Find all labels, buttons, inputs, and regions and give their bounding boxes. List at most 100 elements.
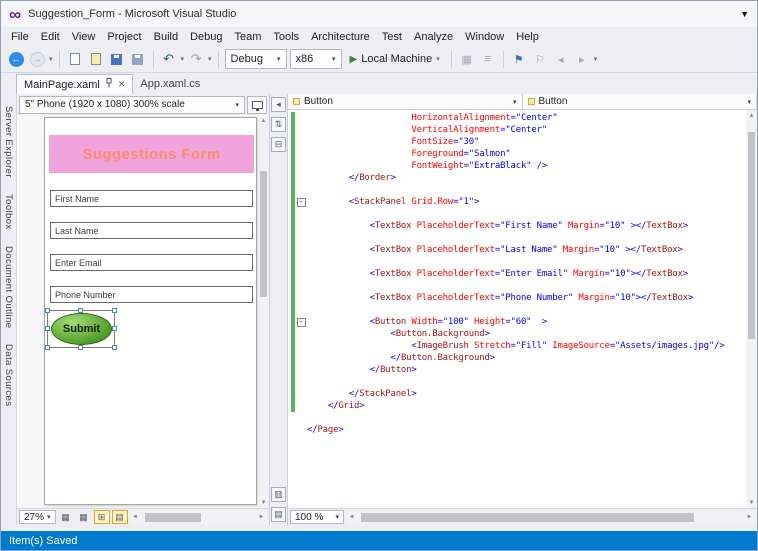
code-line[interactable] xyxy=(288,256,746,268)
menu-team[interactable]: Team xyxy=(229,30,268,44)
menu-project[interactable]: Project xyxy=(101,30,147,44)
save-all-button[interactable] xyxy=(129,49,147,69)
designer-textbox-last-name[interactable]: Last Name xyxy=(50,222,253,239)
scroll-up-icon[interactable]: ▲ xyxy=(746,110,757,121)
resize-handle[interactable] xyxy=(112,345,117,350)
menu-architecture[interactable]: Architecture xyxy=(305,30,376,44)
code-line[interactable]: − <StackPanel Grid.Row="1"> xyxy=(288,196,746,208)
fold-toggle-icon[interactable]: − xyxy=(297,318,306,327)
tab-mainpage-xaml[interactable]: MainPage.xaml✕ xyxy=(16,74,133,94)
code-line[interactable]: <TextBox PlaceholderText="Last Name" Mar… xyxy=(288,244,746,256)
menu-window[interactable]: Window xyxy=(459,30,510,44)
scroll-right-icon[interactable]: ► xyxy=(256,514,267,520)
menu-analyze[interactable]: Analyze xyxy=(408,30,459,44)
resize-handle[interactable] xyxy=(45,345,50,350)
solution-platform-combo[interactable]: x86▾ xyxy=(290,49,342,69)
grid-icon[interactable]: ▦ xyxy=(458,49,476,69)
collapse-pane-button[interactable]: ◂ xyxy=(271,97,286,112)
resize-handle[interactable] xyxy=(45,308,50,313)
scroll-left-icon[interactable]: ◄ xyxy=(130,514,141,520)
scroll-thumb[interactable] xyxy=(145,513,200,522)
code-line[interactable] xyxy=(288,184,746,196)
redo-caret-icon[interactable]: ▾ xyxy=(208,55,212,63)
code-line[interactable] xyxy=(288,208,746,220)
navigate-back-button[interactable]: ← xyxy=(7,49,25,69)
snap-to-grid-button[interactable]: ⊞ xyxy=(94,510,110,524)
scroll-track[interactable] xyxy=(357,511,744,524)
code-line[interactable]: FontSize="30" xyxy=(288,136,746,148)
scroll-down-icon[interactable]: ▼ xyxy=(258,497,269,508)
design-surface[interactable]: Suggestions Form First NameLast NameEnte… xyxy=(17,115,258,508)
editor-hscrollbar[interactable]: ◄ ► xyxy=(346,511,755,524)
code-line[interactable]: FontWeight="ExtraBlack" /> xyxy=(288,160,746,172)
bookmark-next-icon[interactable]: ▸ xyxy=(573,49,591,69)
editor-zoom-combo[interactable]: 100 %▾ xyxy=(290,510,344,524)
pane-splitter[interactable]: ◂ ⇅ ⊟ ▥ ▤ xyxy=(269,94,288,525)
phone-canvas[interactable]: Suggestions Form First NameLast NameEnte… xyxy=(44,117,257,505)
sidebar-tab-toolbox[interactable]: Toolbox xyxy=(3,194,14,230)
form-header[interactable]: Suggestions Form xyxy=(49,135,254,173)
menu-help[interactable]: Help xyxy=(510,30,545,44)
sidebar-tab-server-explorer[interactable]: Server Explorer xyxy=(3,106,14,178)
toolbar-options-caret-icon[interactable]: ▾ xyxy=(594,55,598,63)
code-line[interactable] xyxy=(288,412,746,424)
editor-vscrollbar[interactable]: ▲ ▼ xyxy=(746,110,757,508)
list-icon[interactable]: ≡ xyxy=(479,49,497,69)
code-line[interactable]: <TextBox PlaceholderText="Enter Email" M… xyxy=(288,268,746,280)
tab-app-xaml-cs[interactable]: App.xaml.cs xyxy=(133,74,207,94)
window-menu-caret-icon[interactable]: ▼ xyxy=(740,9,749,19)
bookmark-outline-icon[interactable]: ⚐ xyxy=(531,49,549,69)
undo-caret-icon[interactable]: ▾ xyxy=(181,55,185,63)
effects-toggle-button[interactable]: ▦ xyxy=(58,510,74,524)
designer-hscrollbar[interactable]: ◄ ► xyxy=(130,511,267,524)
code-line[interactable]: </Page> xyxy=(288,424,746,436)
scroll-thumb[interactable] xyxy=(260,171,267,297)
breadcrumb-element-left[interactable]: Button ▾ xyxy=(288,94,523,109)
new-file-button[interactable] xyxy=(66,49,84,69)
code-line[interactable]: <Button.Background> xyxy=(288,328,746,340)
display-settings-button[interactable] xyxy=(247,96,267,114)
code-line[interactable]: − <Button Width="100" Height="60" > xyxy=(288,316,746,328)
scroll-track[interactable] xyxy=(258,126,269,497)
horizontal-split-button[interactable]: ▤ xyxy=(271,507,286,522)
menu-debug[interactable]: Debug xyxy=(184,30,228,44)
code-line[interactable]: <TextBox PlaceholderText="Phone Number" … xyxy=(288,292,746,304)
solution-configuration-combo[interactable]: Debug▾ xyxy=(225,49,287,69)
code-line[interactable]: HorizontalAlignment="Center" xyxy=(288,112,746,124)
code-line[interactable] xyxy=(288,304,746,316)
scroll-thumb[interactable] xyxy=(361,513,694,522)
code-line[interactable]: </Button> xyxy=(288,364,746,376)
scroll-track[interactable] xyxy=(746,121,757,497)
submit-button[interactable]: Submit xyxy=(51,313,112,345)
resize-handle[interactable] xyxy=(112,326,117,331)
code-line[interactable]: <ImageBrush Stretch="Fill" ImageSource="… xyxy=(288,340,746,352)
scroll-up-icon[interactable]: ▲ xyxy=(258,115,269,126)
menu-build[interactable]: Build xyxy=(148,30,184,44)
code-line[interactable]: </StackPanel> xyxy=(288,388,746,400)
code-line[interactable] xyxy=(288,232,746,244)
menu-file[interactable]: File xyxy=(5,30,35,44)
scroll-down-icon[interactable]: ▼ xyxy=(746,497,757,508)
code-line[interactable]: </Grid> xyxy=(288,400,746,412)
resize-handle[interactable] xyxy=(45,326,50,331)
bookmark-prev-icon[interactable]: ◂ xyxy=(552,49,570,69)
sidebar-tab-data-sources[interactable]: Data Sources xyxy=(3,344,14,406)
menu-tools[interactable]: Tools xyxy=(267,30,305,44)
swap-panes-button[interactable]: ⇅ xyxy=(271,117,286,132)
navigation-caret-icon[interactable]: ▾ xyxy=(49,55,53,63)
resize-handle[interactable] xyxy=(78,345,83,350)
designer-zoom-combo[interactable]: 27%▾ xyxy=(19,510,56,524)
device-preview-combo[interactable]: 5" Phone (1920 x 1080) 300% scale▾ xyxy=(19,96,245,114)
menu-edit[interactable]: Edit xyxy=(35,30,66,44)
breadcrumb-element-right[interactable]: Button ▾ xyxy=(523,94,758,109)
navigate-forward-button[interactable]: → xyxy=(28,49,46,69)
scroll-thumb[interactable] xyxy=(748,132,755,339)
designer-vscrollbar[interactable]: ▲ ▼ xyxy=(258,115,269,508)
scroll-right-icon[interactable]: ► xyxy=(744,514,755,520)
close-icon[interactable]: ✕ xyxy=(118,79,126,90)
open-file-button[interactable] xyxy=(87,49,105,69)
undo-button[interactable]: ↶ xyxy=(160,49,178,69)
code-line[interactable] xyxy=(288,376,746,388)
fold-toggle-icon[interactable]: − xyxy=(297,198,306,207)
pin-icon[interactable] xyxy=(105,78,113,91)
